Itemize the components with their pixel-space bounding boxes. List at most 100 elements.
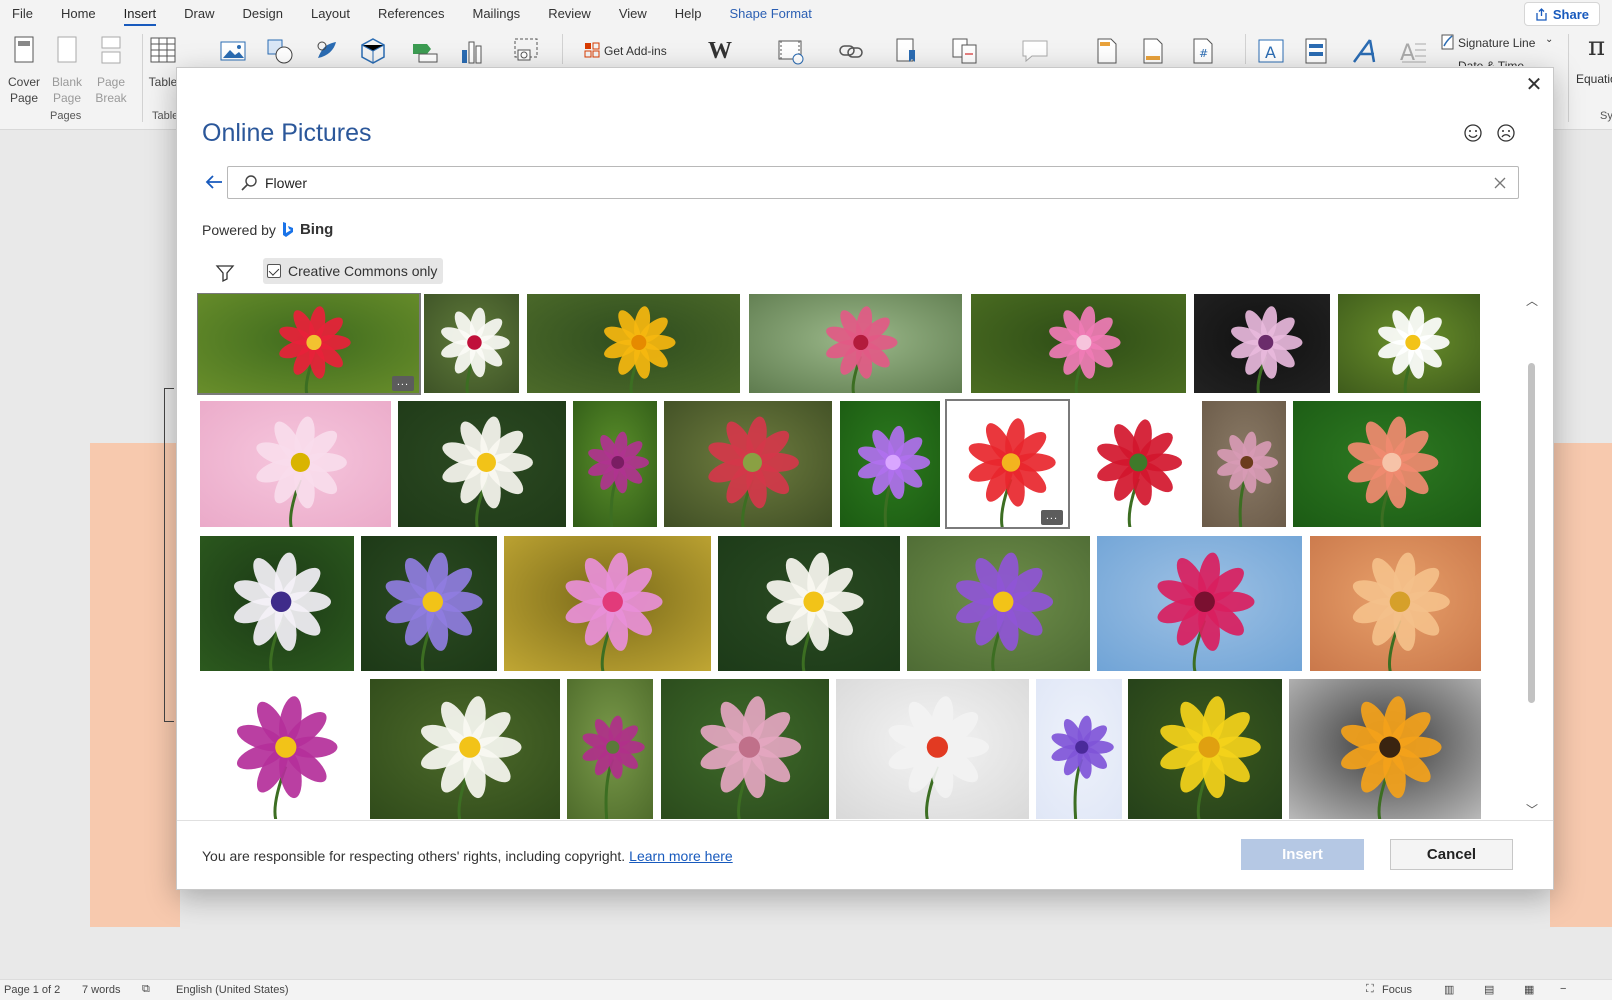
screenshot-icon[interactable] [512, 36, 542, 66]
drop-cap-icon[interactable]: A [1398, 36, 1428, 66]
menu-view[interactable]: View [619, 0, 647, 28]
frown-feedback-icon[interactable] [1496, 123, 1516, 143]
menu-references[interactable]: References [378, 0, 444, 28]
icons-icon[interactable] [312, 36, 342, 66]
page-count[interactable]: Page 1 of 2 [4, 984, 60, 996]
image-thumbnail-white-plumeria[interactable] [397, 400, 567, 528]
smartart-icon[interactable] [410, 36, 440, 66]
checkbox-icon[interactable] [267, 264, 281, 278]
image-thumbnail-pink-clematis[interactable] [1193, 293, 1331, 394]
image-thumbnail-red-tulip-buds[interactable] [663, 400, 833, 528]
more-options-button[interactable]: ... [1040, 510, 1063, 525]
image-thumbnail-white-daisy[interactable] [1337, 293, 1481, 394]
online-video-icon[interactable] [776, 36, 806, 66]
image-thumbnail-pink-aster[interactable] [503, 535, 712, 672]
scroll-up-icon[interactable]: ︿ [1526, 295, 1538, 307]
comment-icon[interactable] [1020, 36, 1050, 66]
focus-icon[interactable]: ⛶ [1366, 983, 1374, 996]
menu-draw[interactable]: Draw [184, 0, 214, 28]
pictures-icon[interactable] [218, 36, 248, 66]
menu-home[interactable]: Home [61, 0, 96, 28]
page-break-button[interactable]: Page Break [89, 34, 133, 106]
image-thumbnail-white-lily[interactable] [369, 678, 561, 820]
image-thumbnail-red-dahlia[interactable]: ... [197, 293, 421, 395]
menu-help[interactable]: Help [675, 0, 702, 28]
image-thumbnail-purple-lotus[interactable] [199, 678, 364, 820]
scrollbar-thumb[interactable] [1528, 363, 1535, 703]
wikipedia-icon[interactable]: W [708, 38, 732, 65]
image-thumbnail-purple-tulip-bud[interactable] [572, 400, 658, 528]
menu-layout[interactable]: Layout [311, 0, 350, 28]
date-time-button[interactable]: Date & Time [1458, 58, 1524, 66]
zoom-out-icon[interactable]: − [1560, 983, 1566, 995]
image-thumbnail-purple-sweet-pea[interactable] [1035, 678, 1123, 820]
image-thumbnail-salmon-lily[interactable] [1292, 400, 1482, 528]
menu-design[interactable]: Design [243, 0, 283, 28]
shapes-icon[interactable] [265, 36, 295, 66]
smile-feedback-icon[interactable] [1463, 123, 1483, 143]
image-thumbnail-yellow-shrub-flowers[interactable] [1127, 678, 1283, 820]
image-thumbnail-red-rose-bouquet[interactable] [1075, 400, 1195, 528]
proofing-icon[interactable]: ⧉ [142, 983, 150, 996]
3d-models-icon[interactable] [358, 36, 388, 66]
header-icon[interactable] [1092, 36, 1122, 66]
image-thumbnail-flower-wreath[interactable]: ... [945, 399, 1070, 529]
back-arrow-icon[interactable] [203, 171, 225, 193]
image-thumbnail-orange-marigold-hand[interactable] [1288, 678, 1482, 820]
menu-review[interactable]: Review [548, 0, 591, 28]
word-count[interactable]: 7 words [82, 984, 121, 996]
image-thumbnail-white-hibiscus[interactable] [423, 293, 520, 394]
image-thumbnail-yellow-rose[interactable] [526, 293, 741, 394]
blank-page-button[interactable]: Blank Page [45, 34, 89, 106]
menu-mailings[interactable]: Mailings [473, 0, 521, 28]
results-scrollbar[interactable]: ︿ ﹀ [1525, 293, 1539, 820]
clear-search-icon[interactable] [1492, 175, 1508, 191]
equation-button[interactable]: Equation [1576, 72, 1612, 86]
quick-parts-icon[interactable] [1302, 36, 1332, 66]
search-input[interactable]: Flower [227, 166, 1519, 199]
image-thumbnail-pink-gerbera-sky[interactable] [1096, 535, 1303, 672]
image-thumbnail-purple-mimosa[interactable] [839, 400, 941, 528]
image-thumbnail-orange-mums[interactable] [1309, 535, 1482, 672]
creative-commons-filter[interactable]: Creative Commons only [263, 258, 444, 284]
image-thumbnail-clover-flower[interactable] [660, 678, 830, 820]
learn-more-link[interactable]: Learn more here [629, 848, 733, 864]
menu-insert[interactable]: Insert [123, 0, 156, 28]
menu-file[interactable]: File [12, 0, 33, 28]
scroll-down-icon[interactable]: ﹀ [1526, 804, 1538, 816]
share-button[interactable]: Share [1523, 2, 1600, 26]
web-layout-icon[interactable]: ▦ [1524, 983, 1534, 996]
cancel-button[interactable]: Cancel [1390, 839, 1513, 870]
filter-icon[interactable] [215, 263, 235, 283]
footer-icon[interactable] [1138, 36, 1168, 66]
image-thumbnail-rose-bouquet-vase[interactable] [748, 293, 963, 394]
image-thumbnail-coneflower[interactable] [1201, 400, 1287, 528]
cover-page-button[interactable]: Cover Page [2, 34, 46, 106]
image-thumbnail-white-red-gerbera[interactable] [835, 678, 1030, 820]
image-thumbnail-pink-dahlia[interactable] [970, 293, 1187, 394]
signature-line-button[interactable]: Signature Line [1458, 36, 1535, 50]
image-thumbnail-passion-flower-butterfly[interactable] [199, 535, 355, 672]
read-mode-icon[interactable]: ▥ [1444, 983, 1454, 996]
page-number-icon[interactable]: # [1188, 36, 1218, 66]
image-thumbnail-pink-daisies[interactable] [199, 400, 392, 528]
close-icon[interactable]: ✕ [1523, 74, 1545, 96]
image-thumbnail-purple-water-lily[interactable] [360, 535, 498, 672]
more-options-button[interactable]: ... [391, 376, 414, 391]
chart-icon[interactable] [457, 36, 487, 66]
print-layout-icon[interactable]: ▤ [1484, 983, 1494, 996]
insert-button[interactable]: Insert [1241, 839, 1364, 870]
menu-shape-format[interactable]: Shape Format [730, 0, 812, 28]
focus-button[interactable]: Focus [1382, 984, 1412, 996]
table-button[interactable]: Table [148, 34, 178, 90]
orange-shape[interactable] [1550, 443, 1612, 927]
wordart-icon[interactable] [1350, 36, 1380, 66]
cross-reference-icon[interactable] [950, 36, 980, 66]
image-thumbnail-purple-potato-flower[interactable] [906, 535, 1091, 672]
language-indicator[interactable]: English (United States) [176, 984, 289, 996]
chevron-down-icon[interactable]: ⌄ [1545, 34, 1553, 45]
get-addins-button[interactable]: Get Add-ins [604, 44, 667, 58]
image-thumbnail-white-plumeria-2[interactable] [717, 535, 901, 672]
link-icon[interactable] [836, 36, 866, 66]
text-box-icon[interactable]: A [1256, 36, 1286, 66]
